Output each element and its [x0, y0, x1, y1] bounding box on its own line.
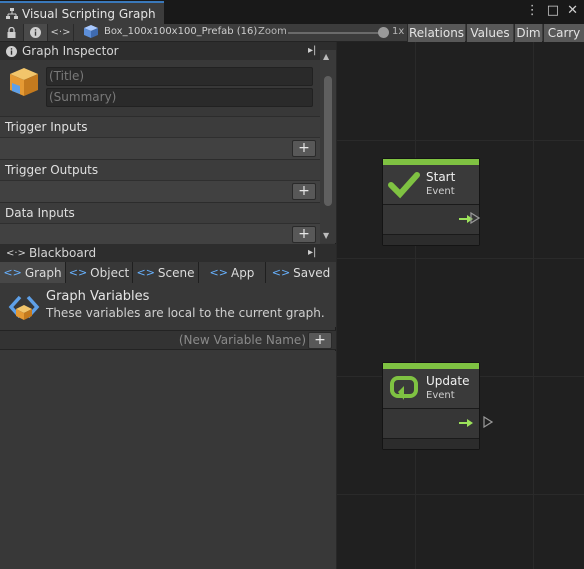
scroll-down-icon[interactable]: ▼	[323, 231, 329, 240]
panel-dock-icon[interactable]: ▸|	[308, 45, 320, 57]
tab-saved[interactable]: <> Saved	[266, 262, 336, 283]
summary-field[interactable]: (Summary)	[46, 88, 313, 107]
graph-variables-description: These variables are local to the current…	[46, 306, 325, 320]
add-data-input-button[interactable]: +	[292, 226, 316, 243]
graph-variables-title: Graph Variables	[46, 289, 150, 304]
zoom-slider-thumb[interactable]	[378, 27, 389, 38]
window-tab-bar: Visual Scripting Graph ⋮ □ ✕	[0, 0, 584, 24]
node-title: Update	[426, 374, 470, 388]
blackboard-tabs: <> Graph <> Object <> Scene <> App <> Sa…	[0, 262, 336, 283]
app-variables-icon: <>	[209, 266, 228, 279]
blackboard-icon: <·>	[6, 247, 26, 259]
new-variable-row: (New Variable Name) +	[0, 330, 336, 350]
tab-graph[interactable]: <> Graph	[0, 262, 66, 283]
lock-button[interactable]	[0, 24, 24, 41]
node-ports	[383, 409, 479, 439]
blackboard-icon: <·>	[50, 27, 71, 38]
tab-object[interactable]: <> Object	[66, 262, 133, 283]
graph-variables-icon: <>	[3, 266, 22, 279]
graph-canvas[interactable]: Start Event Update Event	[337, 42, 584, 569]
title-field[interactable]: (Title)	[46, 67, 313, 86]
control-output-port-icon[interactable]	[470, 212, 480, 224]
trigger-outputs-list: +	[0, 180, 320, 202]
relations-toggle[interactable]: Relations	[407, 24, 465, 42]
tab-scene-label: Scene	[157, 265, 195, 280]
scene-variables-icon: <>	[136, 266, 155, 279]
blackboard-header: <·> Blackboard ▸|	[0, 244, 336, 262]
trigger-inputs-header[interactable]: Trigger Inputs	[0, 116, 320, 137]
info-icon	[30, 27, 41, 38]
asset-selector[interactable]: Box_100x100x100_Prefab (16)	[84, 25, 257, 38]
more-options-icon[interactable]: ⋮	[526, 3, 539, 18]
blackboard-toggle[interactable]: <·>	[48, 24, 74, 41]
variables-list	[0, 351, 336, 569]
add-variable-button[interactable]: +	[308, 332, 332, 349]
window-controls: ⋮ □ ✕	[526, 3, 578, 18]
start-event-node[interactable]: Start Event	[382, 158, 480, 246]
panel-dock-icon[interactable]: ▸|	[308, 247, 320, 259]
object-variables-icon: <>	[68, 266, 88, 279]
tab-scene[interactable]: <> Scene	[133, 262, 199, 283]
tab-app[interactable]: <> App	[199, 262, 266, 283]
inspector-scrollbar[interactable]: ▲ ▼	[320, 50, 336, 243]
saved-variables-icon: <>	[271, 266, 291, 279]
graph-variables-icon	[8, 295, 40, 320]
node-footer	[383, 235, 479, 245]
tab-object-label: Object	[90, 265, 130, 280]
blackboard-title: Blackboard	[28, 246, 97, 260]
node-footer	[383, 439, 479, 449]
node-ports	[383, 205, 479, 235]
graph-inspector-toggle[interactable]	[24, 24, 48, 41]
tab-graph-label: Graph	[24, 265, 62, 280]
values-toggle[interactable]: Values	[466, 24, 513, 42]
graph-inspector-title: Graph Inspector	[22, 44, 119, 58]
zoom-value: 1x	[392, 26, 405, 37]
trigger-inputs-list: +	[0, 137, 320, 159]
graph-variables-panel: Graph Variables These variables are loca…	[0, 283, 336, 327]
side-panel: Graph Inspector ▸| (Title) (Summary) Tri…	[0, 42, 336, 569]
node-subtitle: Event	[426, 390, 455, 401]
maximize-icon[interactable]: □	[547, 3, 559, 18]
scroll-up-icon[interactable]: ▲	[323, 52, 329, 61]
node-header: Start Event	[383, 165, 479, 205]
close-icon[interactable]: ✕	[567, 3, 578, 18]
tab-app-label: App	[230, 265, 255, 280]
data-inputs-list: +	[0, 223, 320, 245]
window-title: Visual Scripting Graph	[22, 6, 156, 21]
loop-icon	[390, 376, 418, 400]
window-tab[interactable]: Visual Scripting Graph	[0, 1, 164, 24]
graph-inspector-header: Graph Inspector ▸|	[0, 42, 336, 60]
zoom-label: Zoom	[258, 26, 287, 37]
trigger-outputs-header[interactable]: Trigger Outputs	[0, 159, 320, 180]
data-inputs-header[interactable]: Data Inputs	[0, 202, 320, 223]
graph-toolbar: <·> Box_100x100x100_Prefab (16) Zoom 1x …	[0, 24, 584, 42]
prefab-box-icon	[10, 68, 38, 96]
asset-name: Box_100x100x100_Prefab (16)	[104, 26, 258, 37]
update-event-node[interactable]: Update Event	[382, 362, 480, 450]
control-output-arrow-icon[interactable]	[459, 417, 473, 429]
add-trigger-input-button[interactable]: +	[292, 140, 316, 157]
zoom-slider-track[interactable]	[288, 32, 384, 34]
info-icon	[6, 45, 17, 57]
scroll-thumb[interactable]	[324, 76, 332, 206]
node-subtitle: Event	[426, 186, 455, 197]
node-header: Update Event	[383, 369, 479, 409]
control-output-port-icon[interactable]	[483, 416, 493, 428]
check-icon	[388, 172, 420, 199]
tab-saved-label: Saved	[293, 265, 331, 280]
graph-hierarchy-icon	[6, 7, 18, 19]
carry-toggle[interactable]: Carry	[543, 24, 584, 42]
add-trigger-output-button[interactable]: +	[292, 183, 316, 200]
new-variable-name-input[interactable]: (New Variable Name)	[179, 333, 306, 347]
lock-icon	[7, 27, 16, 38]
dim-toggle[interactable]: Dim	[514, 24, 542, 42]
prefab-box-icon	[84, 25, 98, 38]
node-title: Start	[426, 170, 456, 184]
